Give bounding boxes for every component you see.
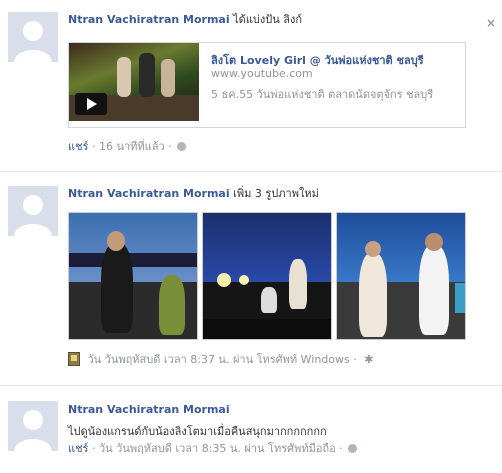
timestamp[interactable]: วัน วันพฤหัสบดี เวลา 8:37 น. bbox=[88, 353, 230, 366]
story-meta: วัน วันพฤหัสบดี เวลา 8:37 น. ผ่าน โทรศัพ… bbox=[68, 352, 373, 367]
video-thumbnail[interactable] bbox=[69, 43, 199, 121]
timestamp[interactable]: วัน วันพฤหัสบดี เวลา 8:35 น. bbox=[99, 442, 241, 455]
separator: · bbox=[339, 442, 343, 455]
author-name[interactable]: Ntran Vachiratran Mormai bbox=[68, 187, 230, 200]
story-divider bbox=[0, 385, 502, 386]
avatar[interactable] bbox=[8, 186, 58, 236]
share-link[interactable]: แชร์ bbox=[68, 140, 88, 153]
gear-icon[interactable]: ✱ bbox=[364, 353, 373, 366]
photo-thumbnail[interactable] bbox=[202, 212, 332, 340]
shared-link-description: 5 ธค.55 วันพ่อแห่งชาติ ตลาดนัดจตุจักร ชล… bbox=[211, 88, 434, 101]
story-action: เพิ่ม 3 รูปภาพใหม่ bbox=[233, 187, 319, 200]
photo-thumbnail[interactable] bbox=[336, 212, 466, 340]
separator: · bbox=[91, 442, 96, 455]
story-headline: Ntran Vachiratran Mormai เพิ่ม 3 รูปภาพใ… bbox=[68, 187, 319, 201]
via-source[interactable]: ผ่าน โทรศัพท์ Windows bbox=[233, 353, 350, 366]
shared-link-card[interactable]: ลิงโต Lovely Girl @ วันพ่อแห่งชาติ ชลบุร… bbox=[68, 42, 466, 128]
timestamp[interactable]: 16 นาทีที่แล้ว bbox=[99, 140, 165, 153]
author-name[interactable]: Ntran Vachiratran Mormai bbox=[68, 403, 230, 416]
avatar[interactable] bbox=[8, 401, 58, 451]
globe-icon[interactable] bbox=[177, 142, 187, 151]
phone-app-icon bbox=[68, 352, 80, 366]
via-source[interactable]: ผ่าน โทรศัพท์มือถือ bbox=[244, 442, 335, 455]
shared-link-url: www.youtube.com bbox=[211, 67, 313, 80]
separator: · bbox=[91, 140, 96, 153]
separator: · bbox=[353, 353, 357, 366]
globe-icon[interactable] bbox=[348, 444, 358, 453]
avatar[interactable] bbox=[8, 12, 58, 62]
share-link[interactable]: แชร์ bbox=[68, 442, 88, 455]
author-name[interactable]: Ntran Vachiratran Mormai bbox=[68, 13, 230, 26]
status-text: ไปดูน้องแกรนด์กับน้องลิงโตมาเมื่อคืนสนุก… bbox=[68, 425, 327, 438]
story-divider bbox=[0, 171, 502, 172]
story-action: ได้แบ่งปัน ลิงก์ bbox=[233, 13, 303, 26]
photo-thumbnail[interactable] bbox=[68, 212, 198, 340]
story-meta: แชร์ · วัน วันพฤหัสบดี เวลา 8:35 น. ผ่าน… bbox=[68, 442, 358, 456]
close-icon[interactable]: × bbox=[486, 16, 496, 30]
story-headline: Ntran Vachiratran Mormai bbox=[68, 403, 230, 417]
play-icon[interactable] bbox=[75, 93, 107, 115]
separator: · bbox=[168, 140, 172, 153]
story-headline: Ntran Vachiratran Mormai ได้แบ่งปัน ลิงก… bbox=[68, 13, 302, 27]
story-meta: แชร์ · 16 นาทีที่แล้ว · bbox=[68, 140, 187, 154]
